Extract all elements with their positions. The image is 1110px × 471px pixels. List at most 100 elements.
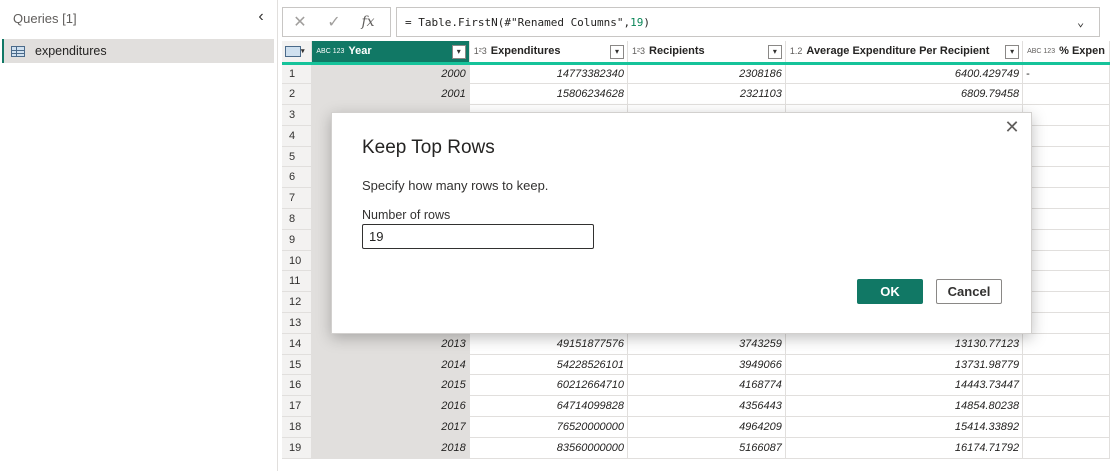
column-header-average-expenditure[interactable]: 1.2 Average Expenditure Per Recipient ▾ — [785, 41, 1024, 65]
queries-pane: Queries [1] ‹ expenditures — [0, 0, 278, 471]
cell-year[interactable]: 2000 — [311, 63, 470, 85]
cell-expenditures[interactable]: 83560000000 — [469, 437, 629, 459]
table-row: 1 2000 14773382340 2308186 6400.429749- — [282, 63, 1110, 85]
cell-average-expenditure[interactable]: 16174.71792 — [785, 437, 1024, 459]
fx-icon[interactable]: fx — [351, 14, 385, 30]
cell-recipients[interactable]: 4356443 — [627, 395, 786, 418]
cell-year[interactable]: 2014 — [311, 354, 470, 376]
cell-average-expenditure[interactable]: 14443.73447 — [785, 374, 1024, 397]
column-header-recipients[interactable]: 1²3 Recipients ▾ — [627, 41, 786, 65]
collapse-queries-icon[interactable]: ‹ — [253, 9, 269, 25]
number-of-rows-input[interactable] — [362, 224, 594, 249]
cell-expenditures[interactable]: 76520000000 — [469, 416, 629, 438]
cell-percent-expenditure[interactable] — [1022, 395, 1110, 418]
cell-average-expenditure[interactable]: 6809.79458 — [785, 83, 1024, 106]
cell-percent-expenditure[interactable] — [1022, 374, 1110, 397]
cell-average-expenditure[interactable]: 13130.77123 — [785, 333, 1024, 355]
cell-average-expenditure[interactable]: 6400.429749 — [785, 63, 1024, 85]
column-filter-dropdown-icon[interactable]: ▾ — [451, 45, 466, 59]
cancel-formula-icon[interactable]: ✕ — [283, 12, 317, 32]
column-header-percent-expenditure[interactable]: ABC 123% Expen — [1022, 41, 1110, 65]
cell-year[interactable]: 2001 — [311, 83, 470, 106]
type-whole-number-icon: 1²3 — [473, 45, 487, 56]
cell-percent-expenditure[interactable] — [1022, 354, 1110, 376]
cell-percent-expenditure[interactable] — [1022, 83, 1110, 106]
cell-percent-expenditure[interactable] — [1022, 208, 1110, 230]
table-menu-chevron-icon: ▾ — [301, 48, 305, 56]
cell-expenditures[interactable]: 64714099828 — [469, 395, 629, 418]
number-of-rows-label: Number of rows — [362, 208, 451, 222]
dialog-description: Specify how many rows to keep. — [362, 178, 549, 193]
cell-recipients[interactable]: 5166087 — [627, 437, 786, 459]
cell-percent-expenditure[interactable] — [1022, 125, 1110, 147]
cell-percent-expenditure[interactable] — [1022, 104, 1110, 126]
table-row: 19 2018 83560000000 5166087 16174.71792 — [282, 437, 1110, 459]
column-header-expenditures[interactable]: 1²3 Expenditures ▾ — [469, 41, 629, 65]
cell-year[interactable]: 2013 — [311, 333, 470, 355]
cell-year[interactable]: 2017 — [311, 416, 470, 438]
column-filter-dropdown-icon[interactable]: ▾ — [767, 45, 782, 59]
keep-top-rows-dialog: ✕ Keep Top Rows Specify how many rows to… — [331, 112, 1032, 334]
ok-button[interactable]: OK — [857, 279, 923, 304]
table-row: 14 2013 49151877576 3743259 13130.77123 — [282, 333, 1110, 355]
cell-expenditures[interactable]: 54228526101 — [469, 354, 629, 376]
expand-formula-icon[interactable]: ⌄ — [1077, 15, 1091, 29]
table-row: 17 2016 64714099828 4356443 14854.80238 — [282, 395, 1110, 418]
type-whole-number-icon: 1²3 — [632, 45, 646, 56]
cell-expenditures[interactable]: 60212664710 — [469, 374, 629, 397]
row-number: 14 — [282, 333, 313, 355]
row-number: 18 — [282, 416, 313, 438]
cell-year[interactable]: 2016 — [311, 395, 470, 418]
type-any-icon: ABC 123 — [316, 47, 345, 55]
column-label: % Expen — [1059, 45, 1105, 58]
row-number: 19 — [282, 437, 313, 459]
cell-percent-expenditure[interactable] — [1022, 146, 1110, 168]
cancel-button[interactable]: Cancel — [936, 279, 1002, 304]
row-number: 16 — [282, 374, 313, 397]
cell-percent-expenditure[interactable] — [1022, 187, 1110, 210]
cell-recipients[interactable]: 2321103 — [627, 83, 786, 106]
cell-average-expenditure[interactable]: 14854.80238 — [785, 395, 1024, 418]
table-menu-icon — [285, 45, 301, 57]
cell-percent-expenditure[interactable]: - — [1022, 63, 1110, 85]
cell-average-expenditure[interactable]: 15414.33892 — [785, 416, 1024, 438]
formula-text-suffix: ) — [643, 15, 651, 29]
table-menu-button[interactable]: ▾ — [282, 41, 313, 65]
row-number: 5 — [282, 146, 313, 168]
queries-header: Queries [1] ‹ — [0, 0, 277, 36]
column-label: Recipients — [649, 45, 705, 58]
cell-percent-expenditure[interactable] — [1022, 270, 1110, 293]
cell-recipients[interactable]: 2308186 — [627, 63, 786, 85]
close-icon[interactable]: ✕ — [1002, 117, 1022, 137]
cell-percent-expenditure[interactable] — [1022, 229, 1110, 251]
cell-percent-expenditure[interactable] — [1022, 437, 1110, 459]
cell-year[interactable]: 2018 — [311, 437, 470, 459]
column-filter-dropdown-icon[interactable]: ▾ — [1005, 45, 1020, 59]
cell-expenditures[interactable]: 49151877576 — [469, 333, 629, 355]
cell-recipients[interactable]: 3949066 — [627, 354, 786, 376]
column-filter-dropdown-icon[interactable]: ▾ — [610, 45, 625, 59]
cell-expenditures[interactable]: 15806234628 — [469, 83, 629, 106]
cell-recipients[interactable]: 4964209 — [627, 416, 786, 438]
cell-percent-expenditure[interactable] — [1022, 166, 1110, 189]
row-number: 4 — [282, 125, 313, 147]
cell-expenditures[interactable]: 14773382340 — [469, 63, 629, 85]
query-item-expenditures[interactable]: expenditures — [2, 39, 274, 63]
formula-input[interactable]: = Table.FirstN(#"Renamed Columns", 19) ⌄ — [396, 7, 1100, 37]
commit-formula-icon[interactable]: ✓ — [317, 12, 351, 32]
cell-percent-expenditure[interactable] — [1022, 416, 1110, 438]
cell-average-expenditure[interactable]: 13731.98779 — [785, 354, 1024, 376]
formula-number: 19 — [630, 15, 644, 29]
table-row: 16 2015 60212664710 4168774 14443.73447 — [282, 374, 1110, 397]
cell-percent-expenditure[interactable] — [1022, 250, 1110, 272]
column-label: Average Expenditure Per Recipient — [806, 45, 990, 58]
cell-recipients[interactable]: 3743259 — [627, 333, 786, 355]
row-number: 7 — [282, 187, 313, 210]
cell-percent-expenditure[interactable] — [1022, 291, 1110, 314]
row-number: 10 — [282, 250, 313, 272]
cell-year[interactable]: 2015 — [311, 374, 470, 397]
cell-percent-expenditure[interactable] — [1022, 333, 1110, 355]
cell-recipients[interactable]: 4168774 — [627, 374, 786, 397]
column-header-year[interactable]: ABC 123 Year ▾ — [311, 41, 470, 65]
cell-percent-expenditure[interactable] — [1022, 312, 1110, 334]
